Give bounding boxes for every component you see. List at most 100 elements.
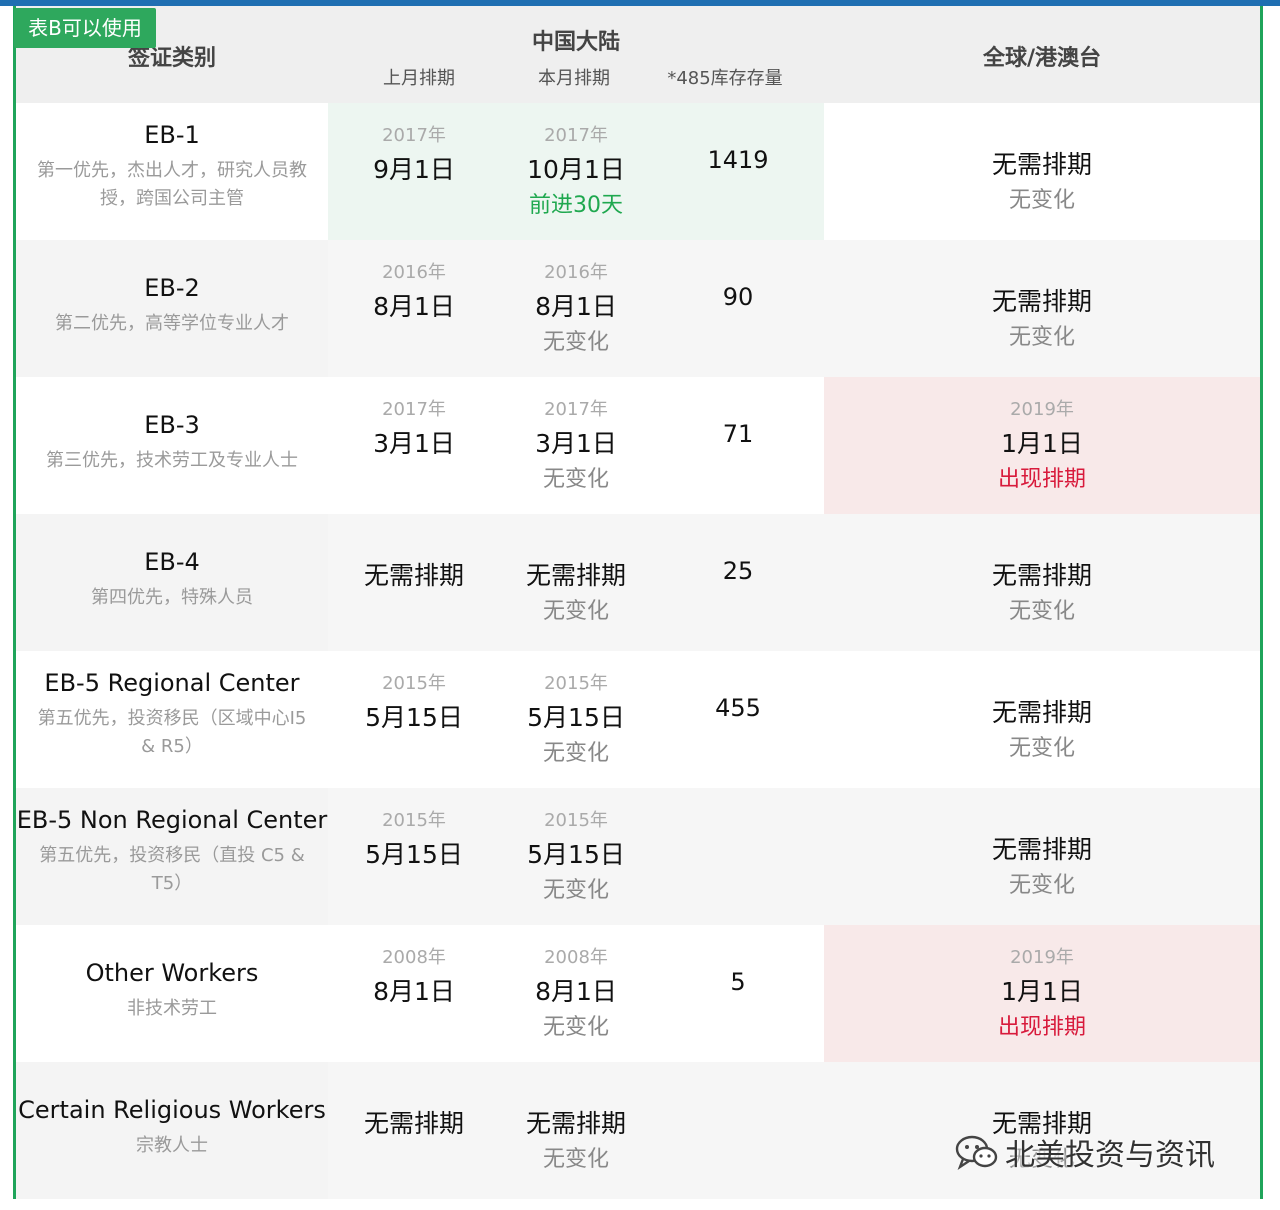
category-cell: EB-5 Non Regional Center 第五优先，投资移民（直投 C5 … [16,788,328,925]
last-month-date: 9月1日 [373,155,455,184]
this-month-date: 8月1日 [535,292,617,321]
global-note: 无变化 [1008,873,1075,898]
global-cell: 无需排期 无变化 [824,240,1260,377]
last-month-cell: 2017年 9月1日 [328,103,500,240]
inventory-cell: 25 [652,514,824,651]
last-month-date: 8月1日 [373,977,455,1006]
category-cell: EB-3 第三优先，技术劳工及专业人士 [16,377,328,514]
inventory-cell: 90 [652,240,824,377]
category-cell: EB-4 第四优先，特殊人员 [16,514,328,651]
global-cell: 2019年 1月1日出现排期 [824,925,1260,1062]
this-month-cell: 2015年 5月15日 无变化 [500,788,652,925]
this-month-date: 8月1日 [535,977,617,1006]
this-month-note: 无变化 [542,878,609,903]
this-month-note: 无变化 [542,599,609,624]
global-cell: 无需排期 无变化 [824,103,1260,240]
this-month-year: 2017年 [544,399,608,420]
global-cell: 无需排期 无变化 [824,788,1260,925]
category-desc: 第五优先，投资移民（区域中心I5 & R5） [37,708,307,757]
inventory-value: 455 [715,694,761,722]
watermark: 北美投资与资讯 [955,1132,1215,1173]
global-note: 无变化 [1008,599,1075,624]
wechat-icon [955,1132,999,1172]
category-cell: EB-1 第一优先，杰出人才，研究人员教授，跨国公司主管 [16,103,328,240]
category-desc: 第二优先，高等学位专业人才 [55,313,289,334]
this-month-note: 无变化 [542,467,609,492]
last-month-cell: 2015年 5月15日 [328,651,500,788]
inventory-cell: 5 [652,925,824,1062]
last-month-date: 无需排期 [363,561,464,590]
last-month-cell: 2015年 5月15日 [328,788,500,925]
this-month-cell: 无需排期 无变化 [500,514,652,651]
inventory-cell: 455 [652,651,824,788]
category-name: EB-4 [144,548,200,576]
last-month-date: 3月1日 [373,429,455,458]
this-month-date: 无需排期 [525,561,626,590]
inventory-cell: 1419 [652,103,824,240]
this-month-date: 3月1日 [535,429,617,458]
this-month-cell: 2016年 8月1日 无变化 [500,240,652,377]
global-date: 无需排期 [991,287,1092,316]
global-cell: 无需排期 无变化 [824,651,1260,788]
this-month-year: 2008年 [544,947,608,968]
this-month-note: 无变化 [542,330,609,355]
this-month-year: 2017年 [544,125,608,146]
last-month-cell: 无需排期 [328,1062,500,1199]
this-month-cell: 2017年 10月1日 前进30天 [500,103,652,240]
global-note: 出现排期 [997,1015,1086,1040]
global-date: 无需排期 [991,698,1092,727]
category-desc: 宗教人士 [136,1135,208,1156]
category-name: EB-3 [144,411,200,439]
category-desc: 非技术劳工 [127,998,217,1019]
this-month-date: 无需排期 [525,1109,626,1138]
category-name: Certain Religious Workers [18,1096,326,1124]
inventory-value: 1419 [707,146,769,174]
inventory-cell [652,1062,824,1199]
table-row: EB-3 第三优先，技术劳工及专业人士 2017年 3月1日 2017年 3月1日无变化 7… [16,377,1260,514]
this-month-note: 无变化 [542,741,609,766]
global-date: 1月1日 [1001,429,1083,458]
global-date: 无需排期 [991,835,1092,864]
category-cell: EB-2 第二优先，高等学位专业人才 [16,240,328,377]
global-date: 1月1日 [1001,977,1083,1006]
last-month-year: 2015年 [382,810,446,831]
last-month-date: 5月15日 [365,703,463,732]
watermark-text: 北美投资与资讯 [1005,1138,1215,1173]
category-name: EB-1 [144,121,200,149]
global-year: 2019年 [1010,399,1074,420]
this-month-date: 10月1日 [527,155,625,184]
category-desc: 第四优先，特殊人员 [91,587,253,608]
category-name: Other Workers [85,959,259,987]
this-month-note: 无变化 [542,1015,609,1040]
inventory-value: 5 [730,968,746,996]
this-month-year: 2015年 [544,673,608,694]
category-cell: Certain Religious Workers 宗教人士 [16,1062,328,1199]
this-month-note: 无变化 [542,1147,609,1172]
this-month-year: 2015年 [544,810,608,831]
table-row: EB-2 第二优先，高等学位专业人才 2016年 8月1日 2016年 8月1日 无变化 90… [16,240,1260,377]
last-month-cell: 2008年 8月1日 [328,925,500,1062]
global-note: 无变化 [1008,736,1075,761]
category-desc: 第五优先，投资移民（直投 C5 & T5） [39,845,305,894]
last-month-year: 2017年 [382,399,446,420]
this-month-cell: 2017年 3月1日无变化 [500,377,652,514]
table-row: EB-1 第一优先，杰出人才，研究人员教授，跨国公司主管 2017年 9月1日 2017… [16,103,1260,240]
global-cell: 2019年 1月1日 出现排期 [824,377,1260,514]
table-b-badge: 表B可以使用 [14,8,156,48]
table-row: EB-5 Regional Center 第五优先，投资移民（区域中心I5 & R… [16,651,1260,788]
inventory-cell: 71 [652,377,824,514]
category-name: EB-5 Regional Center [44,669,300,697]
last-month-cell: 2017年 3月1日 [328,377,500,514]
last-month-year: 2015年 [382,673,446,694]
category-name: EB-2 [144,274,200,302]
global-year: 2019年 [1010,947,1074,968]
global-note: 无变化 [1008,188,1075,213]
category-cell: EB-5 Regional Center 第五优先，投资移民（区域中心I5 & R… [16,651,328,788]
global-cell: 无需排期 无变化 [824,514,1260,651]
category-cell: Other Workers 非技术劳工 [16,925,328,1062]
last-month-cell: 2016年 8月1日 [328,240,500,377]
this-month-cell: 无需排期 无变化 [500,1062,652,1199]
this-month-cell: 2008年 8月1日无变化 [500,925,652,1062]
last-month-date: 8月1日 [373,292,455,321]
last-month-year: 2016年 [382,262,446,283]
